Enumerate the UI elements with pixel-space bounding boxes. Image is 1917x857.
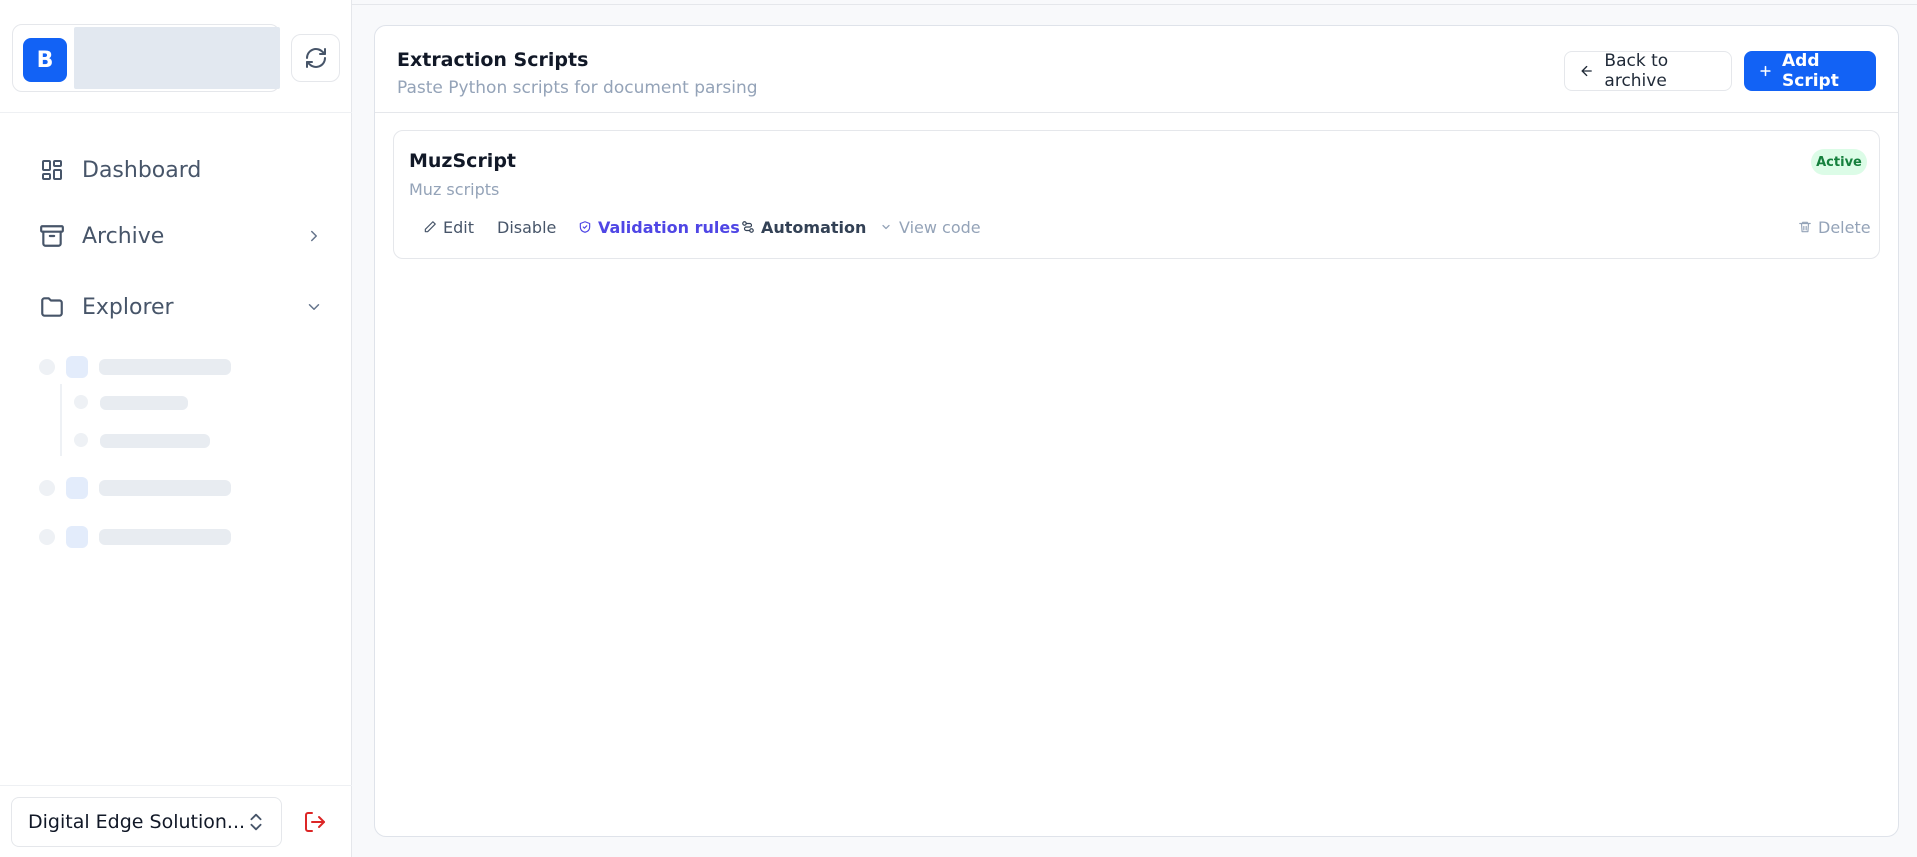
- sidebar-item-dashboard[interactable]: Dashboard: [38, 148, 328, 192]
- refresh-button[interactable]: [291, 34, 340, 82]
- pencil-icon: [422, 219, 438, 235]
- script-card: MuzScript Muz scripts Active Edit Disabl…: [393, 130, 1880, 259]
- sidebar: B Dashboard Archive Explorer Digital Edg…: [0, 0, 352, 857]
- trash-icon: [1797, 219, 1813, 235]
- skeleton-dot: [39, 480, 55, 496]
- archive-icon: [38, 222, 66, 250]
- script-name: MuzScript: [409, 150, 517, 172]
- logout-button[interactable]: [301, 808, 329, 836]
- skeleton-bar: [99, 529, 231, 545]
- delete-button[interactable]: Delete: [1797, 216, 1871, 238]
- header-divider: [375, 112, 1898, 113]
- skeleton-dot: [74, 395, 88, 409]
- skeleton-icon: [66, 356, 88, 378]
- organization-select[interactable]: Digital Edge Solution...: [11, 797, 282, 847]
- skeleton-tree-line: [60, 384, 62, 456]
- script-description: Muz scripts: [409, 180, 500, 199]
- view-code-toggle[interactable]: View code: [878, 216, 981, 238]
- arrow-left-icon: [1581, 65, 1592, 77]
- chevron-down-icon: [878, 219, 894, 235]
- organization-label: Digital Edge Solution...: [28, 811, 246, 833]
- sidebar-divider: [0, 785, 352, 786]
- skeleton-bar: [100, 396, 188, 410]
- sidebar-item-label: Dashboard: [82, 157, 202, 183]
- sidebar-item-explorer[interactable]: Explorer: [38, 285, 328, 329]
- back-to-archive-label: Back to archive: [1604, 51, 1669, 91]
- delete-label: Delete: [1818, 217, 1871, 237]
- disable-button[interactable]: Disable: [497, 216, 556, 238]
- sidebar-item-label: Archive: [82, 223, 165, 249]
- chevron-down-icon: [300, 293, 328, 321]
- page-title: Extraction Scripts: [397, 49, 589, 71]
- view-code-label: View code: [899, 217, 981, 237]
- automation-label: Automation: [761, 217, 867, 237]
- scripts-panel: Extraction Scripts Paste Python scripts …: [374, 25, 1899, 837]
- route-icon: [740, 219, 756, 235]
- sidebar-item-archive[interactable]: Archive: [38, 214, 328, 258]
- plus-icon: [1760, 65, 1771, 77]
- status-badge: Active: [1811, 149, 1867, 175]
- validation-rules-label: Validation rules: [598, 217, 740, 237]
- add-script-label: Add Script: [1782, 51, 1839, 91]
- skeleton-dot: [39, 529, 55, 545]
- skeleton-bar: [99, 480, 231, 496]
- add-script-button[interactable]: Add Script: [1744, 51, 1876, 91]
- workspace-logo: B: [23, 38, 67, 82]
- skeleton-icon: [66, 477, 88, 499]
- workspace-name-placeholder: [74, 27, 280, 89]
- skeleton-bar: [99, 359, 231, 375]
- refresh-icon: [305, 48, 326, 68]
- page-subtitle: Paste Python scripts for document parsin…: [397, 78, 758, 98]
- logout-icon: [305, 812, 325, 832]
- skeleton-dot: [74, 433, 88, 447]
- dashboard-icon: [38, 156, 66, 184]
- back-to-archive-button[interactable]: Back to archive: [1564, 51, 1732, 91]
- disable-label: Disable: [497, 217, 557, 237]
- shield-check-icon: [577, 219, 593, 235]
- automation-button[interactable]: Automation: [740, 216, 866, 238]
- validation-rules-button[interactable]: Validation rules: [577, 216, 740, 238]
- edit-button[interactable]: Edit: [422, 216, 474, 238]
- chevron-right-icon: [300, 222, 328, 250]
- folder-icon: [38, 293, 66, 321]
- skeleton-bar: [100, 434, 210, 448]
- sidebar-divider: [0, 112, 352, 113]
- skeleton-dot: [39, 359, 55, 375]
- edit-label: Edit: [443, 217, 474, 237]
- top-border: [352, 4, 1917, 5]
- sidebar-item-label: Explorer: [82, 294, 174, 320]
- workspace-card[interactable]: B: [12, 24, 280, 92]
- skeleton-icon: [66, 526, 88, 548]
- chevrons-up-down-icon: [245, 811, 267, 838]
